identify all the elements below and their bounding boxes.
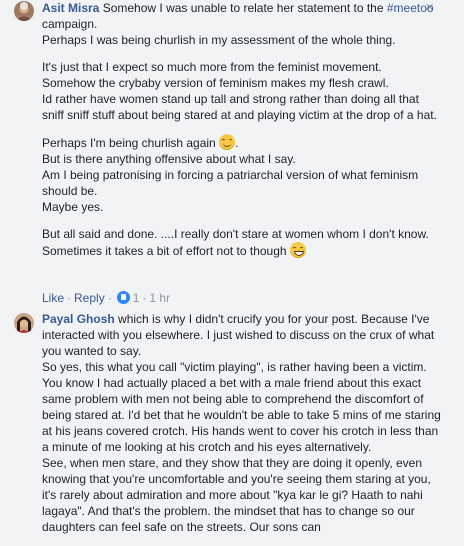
- comment-paragraph: Payal Ghosh which is why I didn't crucif…: [42, 312, 441, 534]
- comment-paragraph: Perhaps I'm being churlish again . But i…: [42, 134, 419, 214]
- like-reaction-icon[interactable]: [116, 291, 130, 305]
- comment-actions-asit: Like · Reply · 1 · 1 hr: [42, 290, 171, 305]
- grin-emoji-icon: [289, 242, 306, 258]
- hashtag-link[interactable]: #meetoo: [387, 1, 434, 15]
- like-button[interactable]: Like: [42, 291, 64, 305]
- author-link-asit[interactable]: Asit Misra: [42, 1, 99, 15]
- avatar-payal[interactable]: [14, 313, 34, 333]
- reaction-count[interactable]: 1: [133, 291, 140, 305]
- comment-paragraph: It's just that I expect so much more fro…: [42, 60, 437, 122]
- comment-timestamp[interactable]: 1 hr: [149, 291, 170, 305]
- comment-paragraph: Asit Misra Somehow I was unable to relat…: [42, 1, 434, 47]
- comment-paragraph: But all said and done. ....I really don'…: [42, 227, 429, 258]
- comment-body-payal: Payal Ghosh which is why I didn't crucif…: [42, 311, 442, 535]
- comment-body-asit: Asit Misra Somehow I was unable to relat…: [42, 0, 442, 259]
- author-link-payal[interactable]: Payal Ghosh: [42, 312, 115, 326]
- smile-emoji-icon: [219, 134, 236, 150]
- reply-button[interactable]: Reply: [74, 291, 105, 305]
- avatar-asit[interactable]: [14, 1, 34, 21]
